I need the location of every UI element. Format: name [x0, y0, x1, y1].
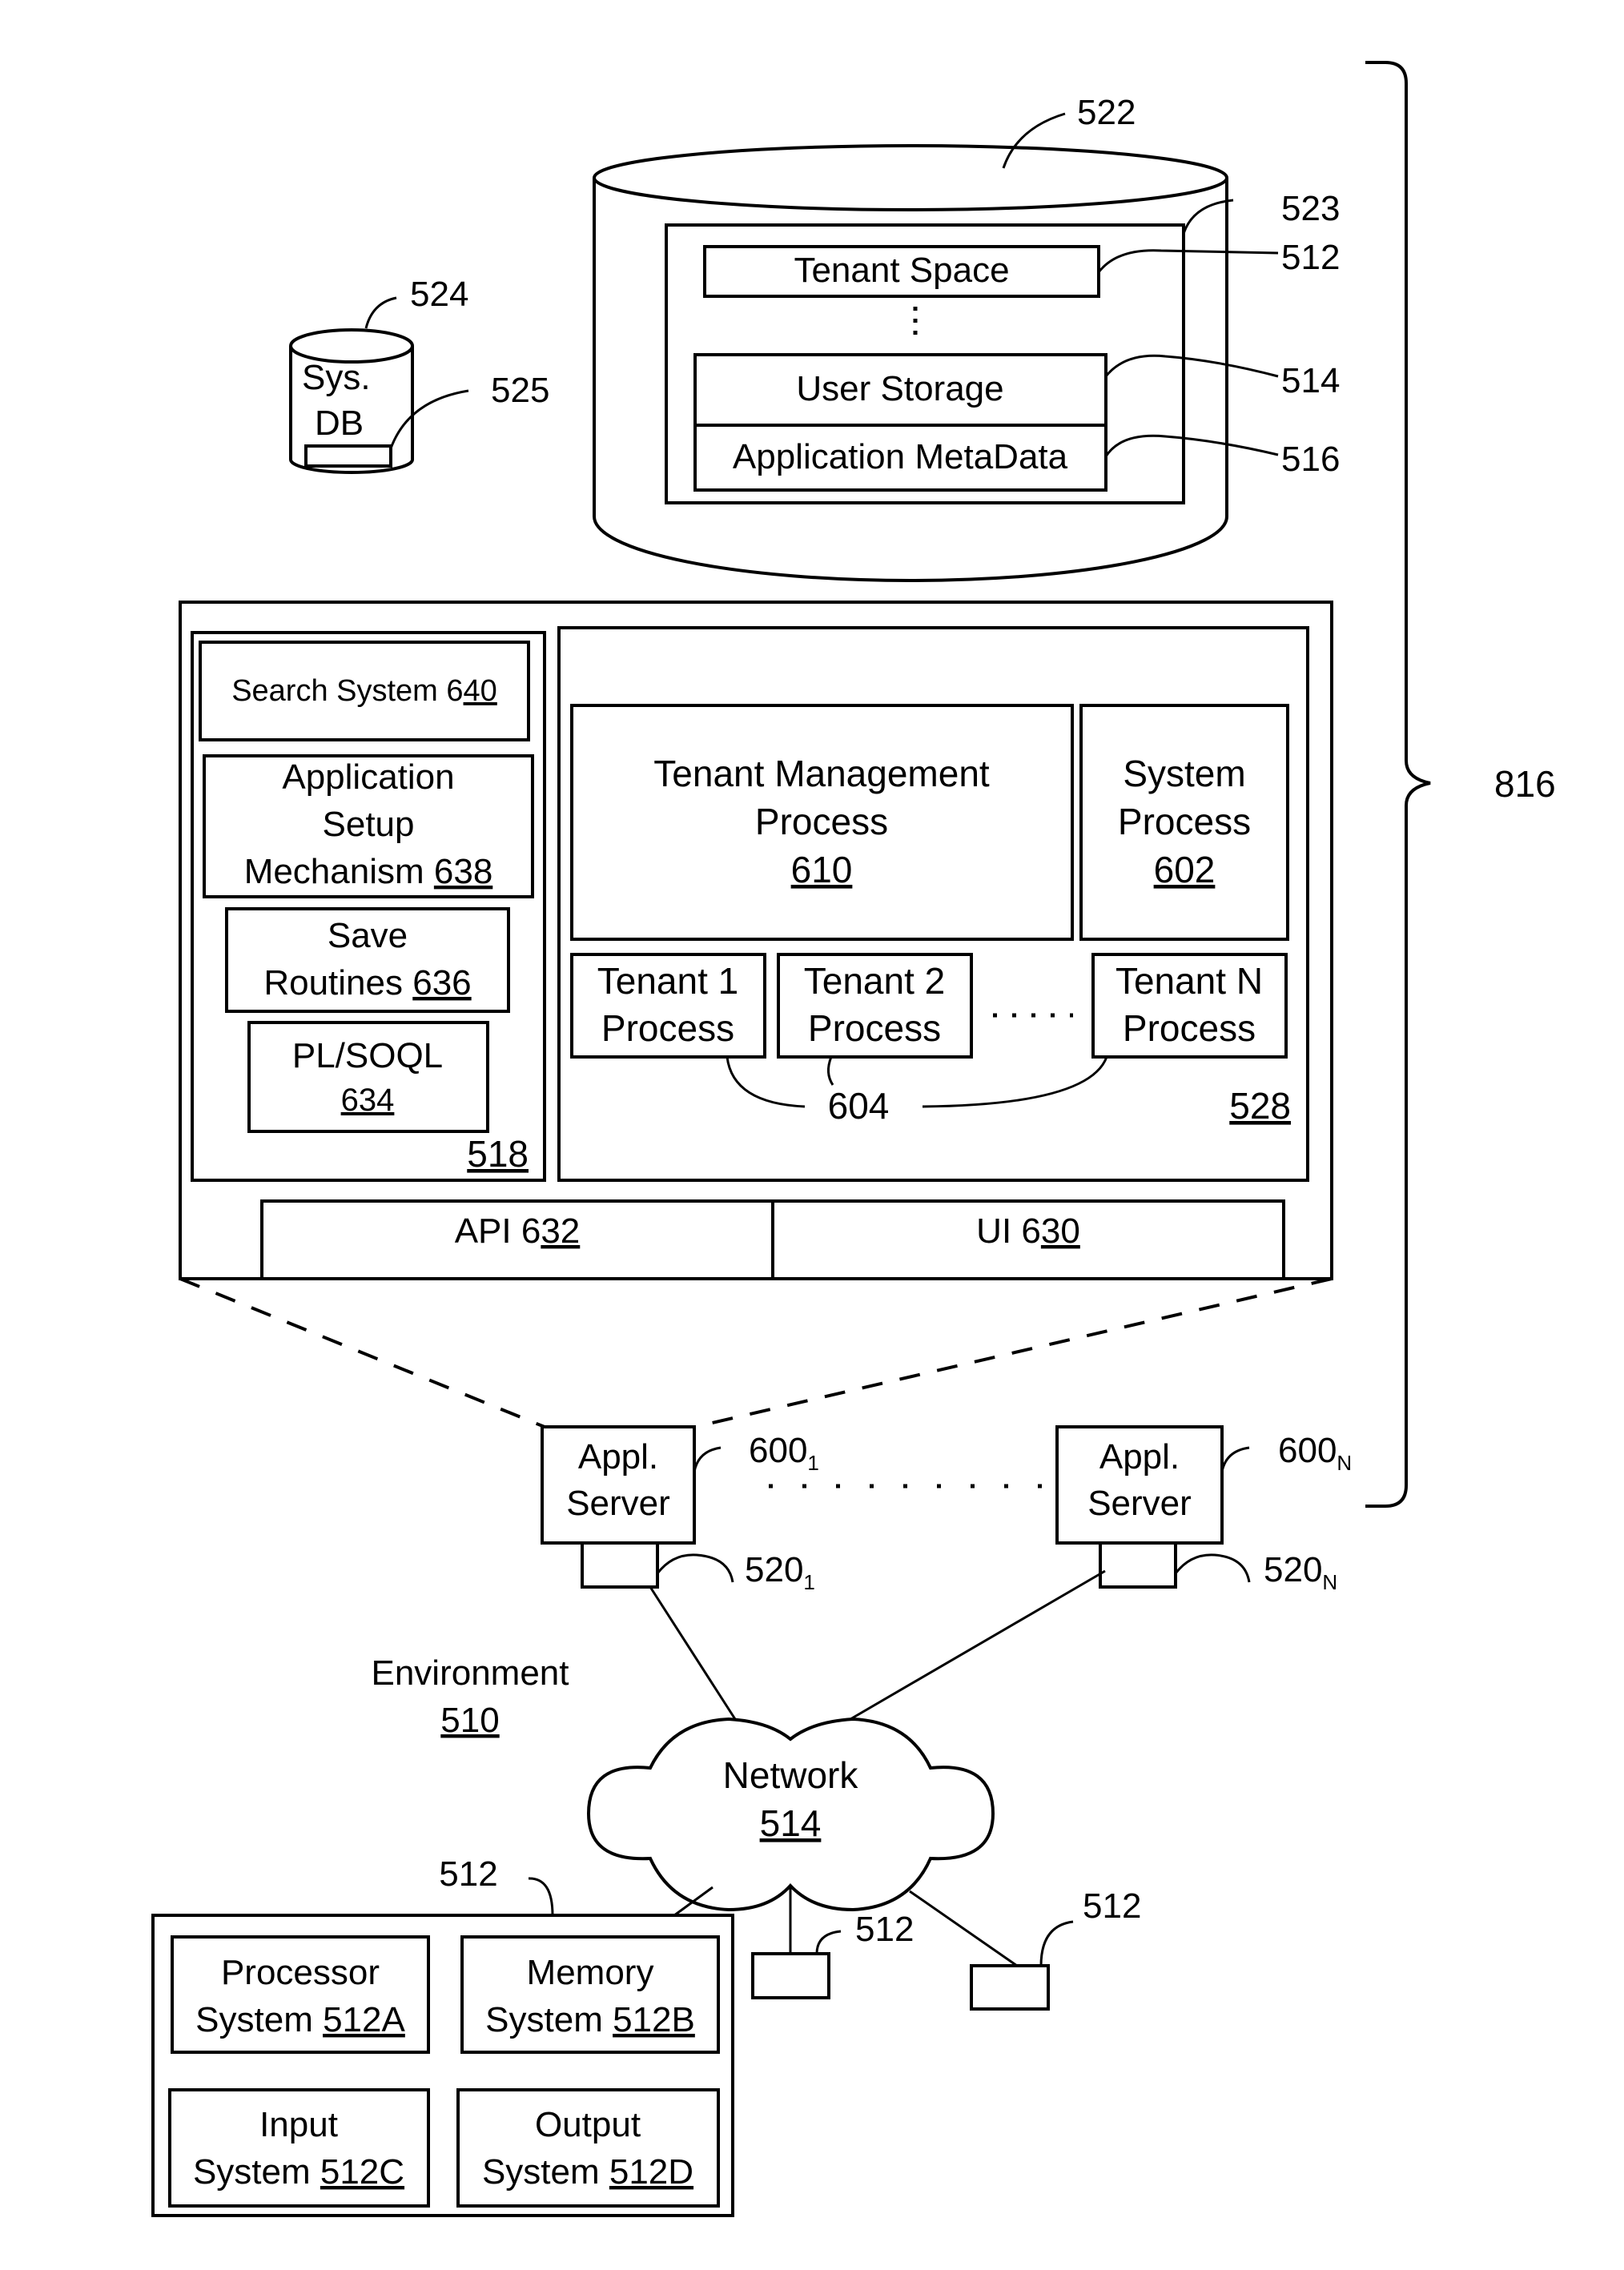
- curly-brace: [1365, 61, 1431, 1508]
- system-process-line2: Process: [1118, 801, 1251, 842]
- plsoql-ref: 634: [341, 1083, 395, 1118]
- leader-520-1: [656, 1553, 734, 1583]
- tenant-db-cylinder-top: [593, 144, 1228, 211]
- client-terminal-2: 512: [909, 1886, 1141, 2011]
- app-platform-ref: 518: [467, 1133, 529, 1175]
- leader-512-client2: [1039, 1920, 1074, 1967]
- tenant-2-line1: Tenant 2: [804, 960, 945, 1002]
- leader-600-n: [1220, 1446, 1250, 1472]
- zoom-line-left: [179, 1277, 545, 1428]
- port-520-1-box: [581, 1541, 659, 1589]
- save-routines-line1: Save: [328, 916, 408, 955]
- client-terminal-2-ref: 512: [1083, 1886, 1141, 1926]
- input-line2: System 512C: [193, 2152, 404, 2192]
- architecture-diagram: 816 522 523 Tenant Space 512 User Storag…: [151, 61, 1556, 2217]
- plsoql-label: PL/SOQL: [292, 1036, 443, 1075]
- app-server-1-line1: Appl.: [578, 1437, 658, 1477]
- tenant-mgmt-line1: Tenant Management: [653, 753, 990, 794]
- link-servern-network: [850, 1569, 1106, 1721]
- tenant-n-line2: Process: [1123, 1007, 1256, 1049]
- tenant-mgmt-line2: Process: [755, 801, 888, 842]
- tenant-1-line2: Process: [601, 1007, 734, 1049]
- link-server1-network: [649, 1586, 737, 1720]
- client-terminal-1-box: [751, 1952, 830, 1999]
- user-storage-ref: 514: [1281, 361, 1340, 400]
- network-label: Network: [723, 1754, 859, 1796]
- system-process-line1: System: [1123, 753, 1245, 794]
- system-db-cylinder-top: [289, 328, 414, 364]
- port-520-n-box: [1099, 1541, 1177, 1589]
- app-setup-line2: Setup: [323, 805, 415, 844]
- process-space-ref: 528: [1229, 1085, 1291, 1127]
- tenant-1-line1: Tenant 1: [597, 960, 738, 1002]
- app-setup-line3: Mechanism 638: [244, 852, 493, 891]
- tenant-mgmt-ref: 610: [791, 849, 853, 890]
- network-cloud-514: Network 514: [586, 1717, 995, 1912]
- output-line1: Output: [535, 2105, 641, 2144]
- brace-816: 816: [1365, 61, 1556, 1508]
- tenant-space-ref: 512: [1281, 238, 1340, 277]
- ui-label: UI 630: [976, 1211, 1080, 1251]
- tenant-space-label: Tenant Space: [794, 251, 1009, 290]
- memory-line1: Memory: [527, 1953, 654, 1992]
- api-label: API 632: [455, 1211, 581, 1251]
- link-network-client2: [909, 1890, 1018, 1967]
- output-line2: System 512D: [482, 2152, 693, 2192]
- user-system-512: 512 Processor System 512A Memory System …: [151, 1854, 734, 2217]
- system-db-record: [304, 444, 392, 468]
- save-routines-line2: Routines 636: [263, 963, 471, 1002]
- processor-line2: System 512A: [195, 2000, 405, 2039]
- client-terminal-1-ref: 512: [855, 1910, 914, 1949]
- user-system-ref: 512: [439, 1854, 497, 1894]
- app-metadata-label: Application MetaData: [733, 437, 1068, 476]
- app-server-n-ref: 600N: [1278, 1431, 1352, 1475]
- leader-512-user-system: [528, 1877, 554, 1916]
- app-server-1-line2: Server: [566, 1484, 670, 1523]
- system-database-524: Sys. DB 524 525: [289, 275, 549, 474]
- app-metadata-ref: 516: [1281, 440, 1340, 479]
- system-db-ref: 524: [410, 275, 468, 314]
- zoom-line-right: [694, 1277, 1333, 1428]
- network-ref: 514: [760, 1802, 822, 1844]
- system-process-ref: 602: [1154, 849, 1216, 890]
- port-520-n-ref: 520N: [1264, 1550, 1337, 1594]
- app-server-n: Appl. Server 600N 520N: [1055, 1425, 1352, 1594]
- leader-524: [364, 296, 397, 329]
- app-server-n-line2: Server: [1087, 1484, 1192, 1523]
- input-line1: Input: [259, 2105, 338, 2144]
- tenant-database-522: 522 523 Tenant Space 512 User Storage 51…: [593, 93, 1340, 582]
- system-db-line2: DB: [315, 404, 364, 443]
- memory-line2: System 512B: [485, 2000, 695, 2039]
- tenant-db-ref: 522: [1077, 93, 1136, 132]
- search-system-label: Search System 640: [231, 674, 497, 708]
- leader-512-client1: [815, 1930, 842, 1955]
- leader-520-n: [1174, 1553, 1251, 1583]
- client-terminal-2-box: [970, 1964, 1050, 2011]
- tenant-data-ref: 523: [1281, 189, 1340, 228]
- system-db-line1: Sys.: [302, 358, 371, 397]
- app-setup-line1: Application: [282, 757, 454, 797]
- system-db-record-ref: 525: [491, 371, 549, 410]
- tenant-n-line1: Tenant N: [1115, 960, 1263, 1002]
- tenant-2-line2: Process: [808, 1007, 941, 1049]
- user-storage-label: User Storage: [796, 369, 1003, 408]
- environment-label: Environment: [371, 1653, 569, 1693]
- app-server-n-line1: Appl.: [1099, 1437, 1180, 1477]
- app-server-1-ref: 6001: [749, 1431, 819, 1475]
- port-520-1-ref: 5201: [745, 1550, 815, 1594]
- environment-ref: 510: [440, 1701, 499, 1740]
- leader-600-1: [693, 1446, 722, 1472]
- app-server-1: Appl. Server 6001 5201: [541, 1425, 819, 1594]
- app-server-detail: 518 Search System 640 Application Setup …: [179, 601, 1333, 1280]
- tenant-process-ref: 604: [828, 1085, 890, 1127]
- brace-ref-label: 816: [1494, 763, 1556, 805]
- processor-line1: Processor: [221, 1953, 380, 1992]
